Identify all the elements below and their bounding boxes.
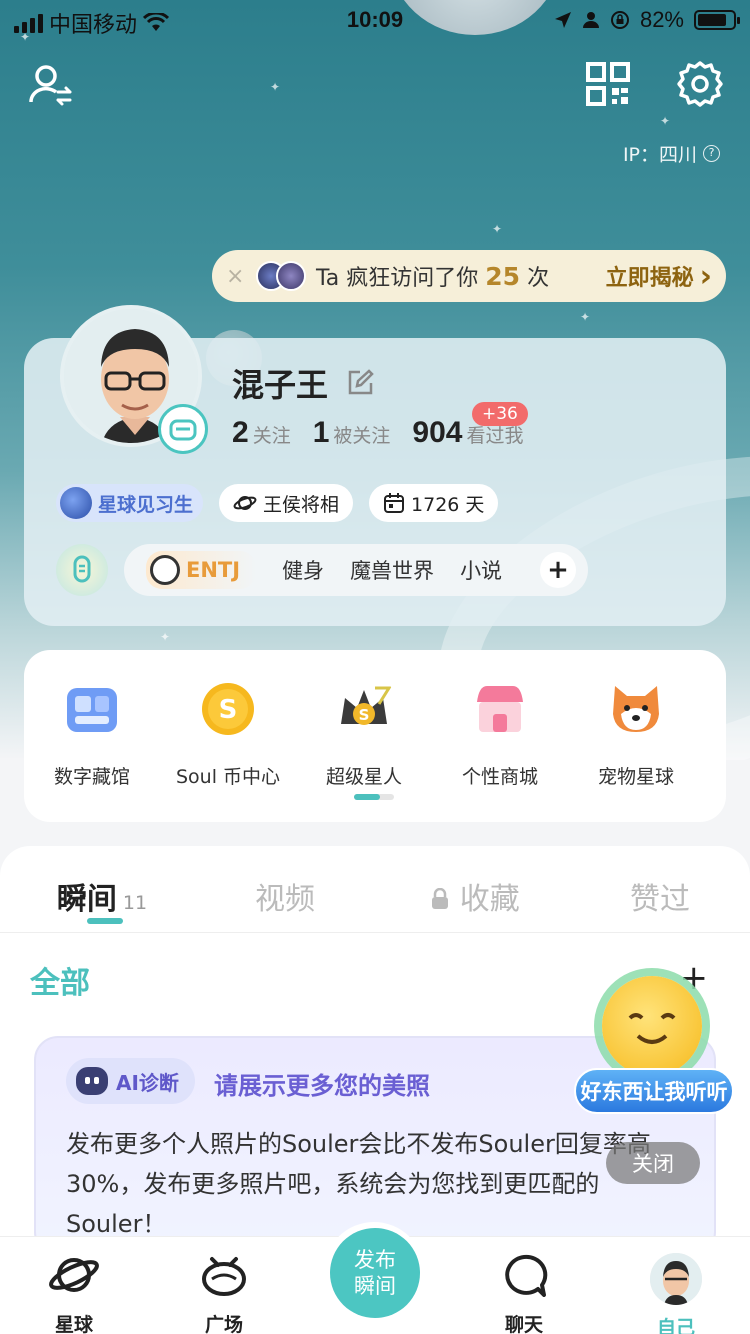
location-arrow-icon bbox=[554, 12, 571, 28]
star-decoration: ✦ bbox=[270, 80, 281, 94]
profile-name-row: 混子王 bbox=[232, 360, 374, 406]
tab-moments[interactable]: 瞬间 11 bbox=[0, 846, 190, 932]
close-floating-button[interactable]: 关闭 bbox=[606, 1142, 700, 1184]
days-tag[interactable]: 1726 天 bbox=[369, 484, 499, 522]
mascot-banner[interactable]: 好东西让我听听 bbox=[574, 1068, 734, 1114]
service-coin-center[interactable]: S Soul 币中心 bbox=[160, 680, 296, 789]
battery-icon bbox=[694, 10, 740, 30]
avatar-badge[interactable] bbox=[158, 404, 208, 454]
visitor-text: Ta 疯狂访问了你 25 次 bbox=[316, 262, 550, 291]
person-icon bbox=[582, 12, 599, 28]
interest-tags[interactable]: ENTJ 健身 魔兽世界 小说 + bbox=[124, 544, 588, 596]
services-page-indicator bbox=[354, 794, 394, 800]
tab-square[interactable]: 广场 bbox=[174, 1253, 274, 1334]
lock-icon bbox=[432, 887, 449, 909]
saturn-icon bbox=[233, 496, 257, 510]
following-stat[interactable]: 2 关注 bbox=[232, 416, 291, 450]
star-decoration: ✦ bbox=[660, 114, 671, 128]
ip-location-text: IP：四川 bbox=[622, 144, 697, 166]
ip-location: IP：四川 ? bbox=[623, 140, 720, 167]
interest-tag[interactable]: 小说 bbox=[460, 555, 502, 585]
moments-count: 11 bbox=[122, 892, 148, 914]
close-icon[interactable]: × bbox=[226, 264, 246, 289]
service-personal-shop[interactable]: 个性商城 bbox=[432, 680, 568, 789]
ai-card-title: 请展示更多您的美照 bbox=[214, 1072, 430, 1100]
new-views-badge: +36 bbox=[472, 402, 528, 426]
visitor-count: 25 bbox=[485, 262, 521, 291]
tab-video[interactable]: 视频 bbox=[190, 846, 380, 932]
svg-text:S: S bbox=[359, 706, 370, 724]
tab-liked[interactable]: 赞过 bbox=[570, 846, 750, 932]
planet-tab-icon bbox=[49, 1258, 99, 1292]
avatar bbox=[276, 261, 306, 291]
tab-favorites[interactable]: 收藏 bbox=[380, 846, 570, 932]
profile-name: 混子王 bbox=[232, 366, 329, 404]
interest-tag[interactable]: 魔兽世界 bbox=[350, 555, 434, 585]
filter-all[interactable]: 全部 bbox=[30, 958, 90, 1002]
ai-diagnosis-tag: AI诊断 bbox=[66, 1058, 195, 1104]
museum-icon bbox=[67, 688, 117, 732]
visitor-avatars bbox=[256, 261, 306, 291]
astronaut-icon bbox=[150, 555, 180, 585]
battery-percent: 82% bbox=[639, 7, 684, 32]
title-tag[interactable]: 王侯将相 bbox=[219, 484, 354, 522]
chat-tab-icon bbox=[505, 1254, 548, 1297]
content-tabs: 瞬间 11 视频 收藏 赞过 bbox=[0, 846, 750, 932]
interest-tag[interactable]: 健身 bbox=[282, 555, 324, 585]
interests-row: ENTJ 健身 魔兽世界 小说 + bbox=[56, 544, 588, 596]
floating-mascot[interactable] bbox=[580, 966, 730, 1076]
shop-icon bbox=[477, 686, 523, 732]
services-card: 数字藏馆 S Soul 币中心 S 超级星人 个性商城 宠物星球 bbox=[24, 650, 726, 822]
publish-moment-button[interactable]: 发布瞬间 bbox=[330, 1228, 420, 1318]
square-tab-icon bbox=[202, 1257, 246, 1296]
reveal-button[interactable]: 立即揭秘 › bbox=[606, 259, 712, 294]
tab-me[interactable]: 自己 bbox=[626, 1253, 726, 1334]
smiley-headphones-icon bbox=[602, 976, 702, 1076]
mbti-tag[interactable]: ENTJ bbox=[146, 551, 257, 589]
star-decoration: ✦ bbox=[160, 630, 171, 644]
service-digital-museum[interactable]: 数字藏馆 bbox=[24, 680, 160, 789]
planet-icon bbox=[60, 487, 92, 519]
coin-icon: S bbox=[202, 683, 254, 735]
visitor-banner[interactable]: × Ta 疯狂访问了你 25 次 立即揭秘 › bbox=[212, 250, 726, 302]
robot-icon bbox=[76, 1067, 108, 1095]
followers-stat[interactable]: 1 被关注 bbox=[313, 416, 391, 450]
tab-planet[interactable]: 星球 bbox=[24, 1253, 124, 1334]
status-bar: 中国移动 10:09 82% bbox=[0, 0, 750, 40]
star-decoration: ✦ bbox=[492, 222, 503, 236]
me-avatar bbox=[650, 1253, 702, 1305]
qr-code-icon[interactable] bbox=[586, 62, 630, 106]
service-super-star[interactable]: S 超级星人 bbox=[296, 680, 432, 789]
crown-icon: S bbox=[341, 686, 392, 725]
help-icon[interactable]: ? bbox=[703, 145, 720, 162]
star-decoration: ✦ bbox=[580, 310, 591, 324]
edit-icon[interactable] bbox=[346, 369, 374, 397]
active-tab-indicator bbox=[87, 918, 123, 924]
add-interest-button[interactable]: + bbox=[540, 552, 576, 588]
rotation-lock-icon bbox=[610, 11, 629, 29]
divider bbox=[0, 932, 750, 933]
robot-badge-icon bbox=[169, 419, 197, 441]
shiba-icon bbox=[613, 686, 659, 732]
profile-tags: 星球见习生 王侯将相 1726 天 bbox=[56, 484, 499, 522]
service-pet-planet[interactable]: 宠物星球 bbox=[568, 680, 704, 789]
tab-chat[interactable]: 聊天 bbox=[474, 1253, 574, 1334]
level-tag[interactable]: 星球见习生 bbox=[56, 484, 204, 522]
voice-signature-icon[interactable] bbox=[56, 544, 108, 596]
switch-account-icon[interactable] bbox=[28, 62, 74, 108]
calendar-icon bbox=[384, 493, 405, 513]
svg-text:S: S bbox=[219, 695, 238, 725]
chevron-right-icon: › bbox=[699, 258, 712, 294]
settings-gear-icon[interactable] bbox=[676, 60, 724, 108]
